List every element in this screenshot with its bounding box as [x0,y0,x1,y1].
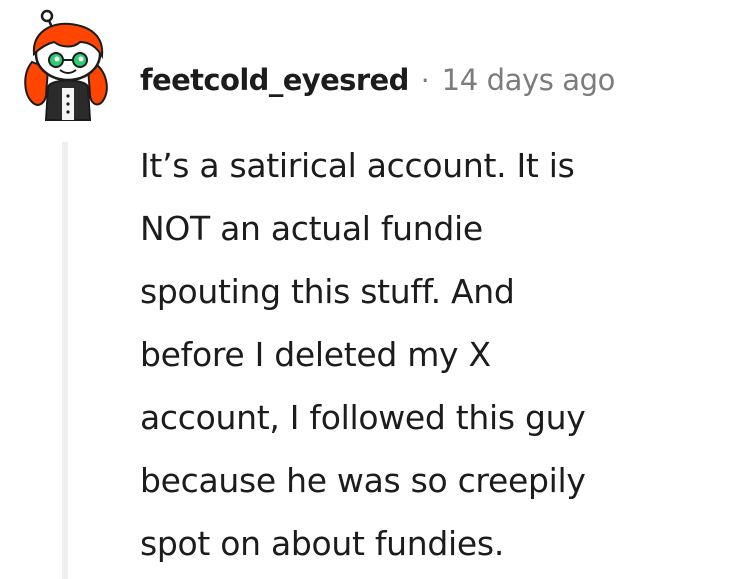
username-link[interactable]: feetcold_eyesred [140,63,409,97]
comment-body-line: spouting this stuff. And [140,272,515,311]
comment-body-line: account, I followed this guy [140,398,586,437]
comment-header: feetcold_eyesred · 14 days ago [140,58,615,102]
thread-collapse-line[interactable] [62,142,68,579]
meta-separator: · [420,63,430,97]
comment-body-line: NOT an actual fundie [140,209,483,248]
comment-body: It’s a satirical account. It is NOT an a… [140,134,720,575]
snoo-avatar-icon [24,9,108,121]
user-avatar[interactable] [18,8,118,122]
comment-body-line: before I deleted my X [140,335,491,374]
comment-body-line: because he was so creepily [140,461,586,500]
comment-body-line: It’s a satirical account. It is [140,146,575,185]
comment-body-line: spot on about fundies. [140,524,505,563]
comment: feetcold_eyesred · 14 days ago It’s a sa… [0,0,736,579]
comment-timestamp[interactable]: 14 days ago [442,63,616,97]
